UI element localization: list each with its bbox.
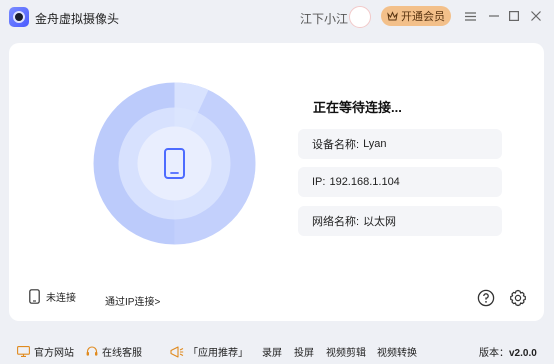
network-name-card: 网络名称: 以太网 <box>298 206 502 236</box>
ip-label: IP: <box>312 176 326 188</box>
minimize-icon <box>489 15 499 17</box>
app-recommend-label: 「应用推荐」 <box>188 348 248 359</box>
app-recommend[interactable]: 「应用推荐」 <box>170 344 248 359</box>
recommend-link-video-convert[interactable]: 视频转换 <box>377 344 417 359</box>
app-title: 金舟虚拟摄像头 <box>35 12 120 26</box>
help-icon[interactable] <box>477 289 495 307</box>
footer-bar: 官方网站 在线客服 「应用推荐」 录屏 投屏 视频剪辑 视频转换 版本：v2.0… <box>0 338 554 364</box>
recommend-link-screen-record[interactable]: 录屏 <box>262 344 282 359</box>
phone-icon <box>29 289 40 304</box>
vip-button[interactable]: 开通会员 <box>381 6 451 26</box>
menu-button[interactable] <box>462 8 478 24</box>
device-name-value: Lyan <box>363 138 387 150</box>
online-service-link[interactable]: 在线客服 <box>86 344 142 359</box>
hamburger-icon <box>464 11 476 21</box>
connection-status: 未连接 <box>29 289 76 304</box>
recommend-link-screen-cast[interactable]: 投屏 <box>294 344 314 359</box>
main-panel: 正在等待连接... 设备名称: Lyan IP: 192.168.1.104 网… <box>9 43 544 321</box>
device-name-card: 设备名称: Lyan <box>298 129 502 159</box>
avatar[interactable] <box>349 6 371 28</box>
version-label: 版本： <box>479 348 509 359</box>
ip-card: IP: 192.168.1.104 <box>298 167 502 197</box>
vip-label: 开通会员 <box>401 11 445 23</box>
close-button[interactable] <box>528 8 544 24</box>
official-site-label: 官方网站 <box>34 348 74 359</box>
minimize-button[interactable] <box>486 8 502 24</box>
version-info: 版本：v2.0.0 <box>479 344 537 359</box>
connection-status-title: 正在等待连接... <box>313 100 402 115</box>
recommend-link-video-edit[interactable]: 视频剪辑 <box>326 344 366 359</box>
monitor-icon <box>17 346 30 357</box>
network-name-value: 以太网 <box>363 216 397 228</box>
ip-value: 192.168.1.104 <box>329 176 400 188</box>
title-bar: 金舟虚拟摄像头 江下小江 开通会员 <box>0 0 554 34</box>
user-name[interactable]: 江下小江 <box>300 10 348 27</box>
gear-icon[interactable] <box>509 289 527 307</box>
crown-icon <box>387 11 398 21</box>
megaphone-icon <box>170 345 184 358</box>
close-icon <box>531 11 541 21</box>
device-name-label: 设备名称: <box>312 139 360 151</box>
official-site-link[interactable]: 官方网站 <box>17 344 74 359</box>
headset-icon <box>86 346 98 356</box>
network-name-label: 网络名称: <box>312 216 360 228</box>
maximize-icon <box>509 11 519 21</box>
online-service-label: 在线客服 <box>102 348 142 359</box>
radar-animation <box>93 82 256 245</box>
version-value: v2.0.0 <box>509 348 537 359</box>
connection-status-label: 未连接 <box>46 293 76 304</box>
camera-lens-icon <box>9 7 29 27</box>
connect-via-ip-link[interactable]: 通过IP连接> <box>105 293 160 308</box>
maximize-button[interactable] <box>506 8 522 24</box>
